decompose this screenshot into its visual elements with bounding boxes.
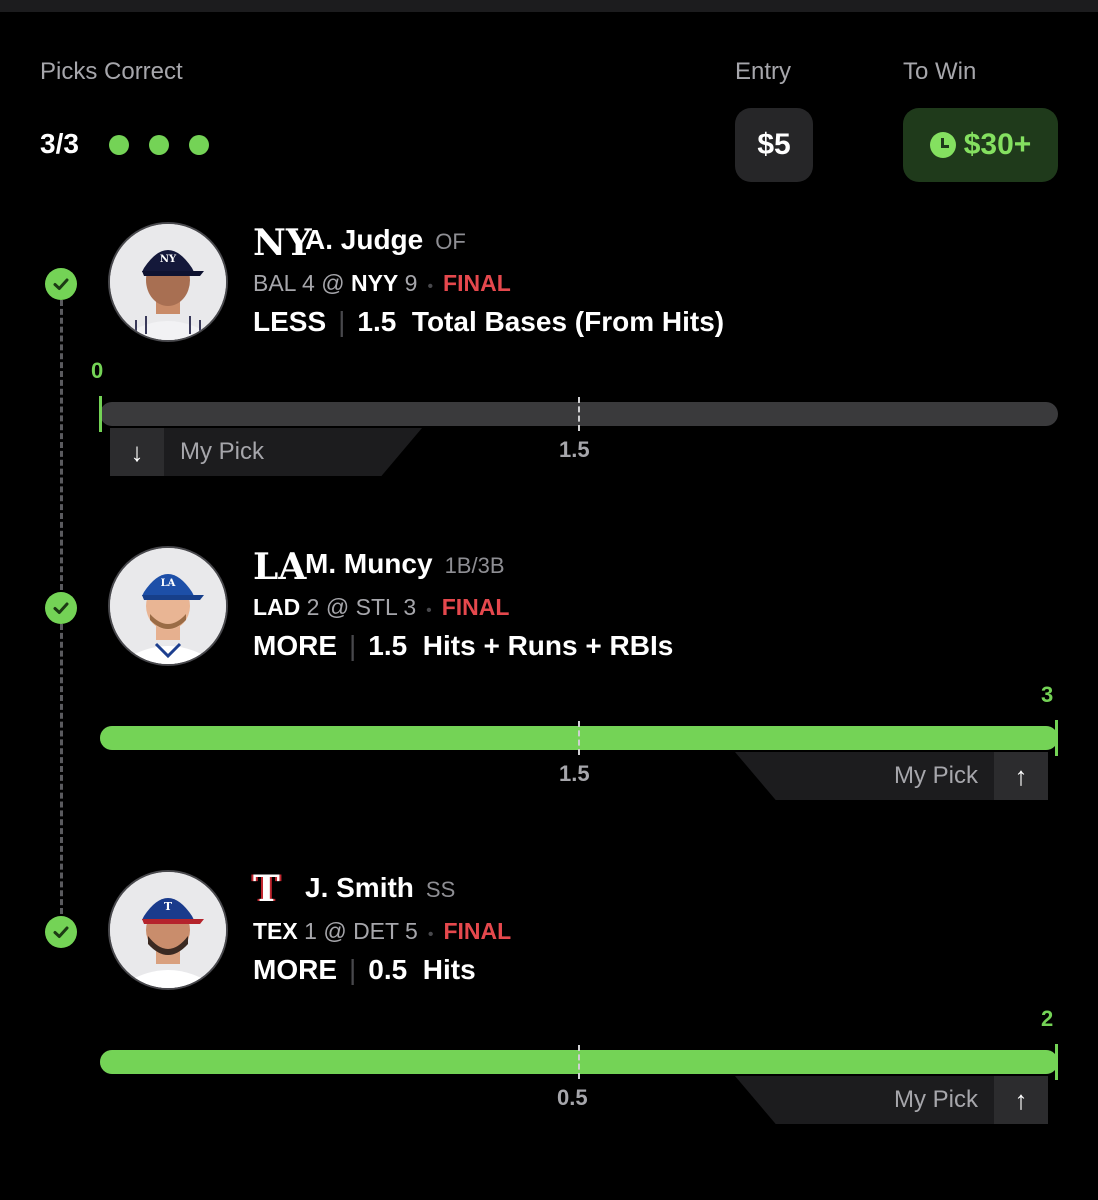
player-name-row[interactable]: A. Judge OF	[305, 224, 466, 256]
my-pick-tab[interactable]: My Pick ↑	[735, 1076, 1048, 1124]
yankees-logo: NY	[253, 222, 312, 264]
line-label: 1.5	[559, 437, 590, 462]
entry-amount: $5	[735, 108, 813, 182]
my-pick-label: My Pick	[894, 762, 978, 789]
player-position: SS	[425, 877, 456, 902]
player-avatar[interactable]: LA	[108, 546, 228, 666]
line-marker	[578, 397, 580, 431]
game-status: FINAL	[443, 918, 512, 944]
check-icon	[45, 916, 77, 948]
divider: |	[349, 630, 357, 661]
svg-text:LA: LA	[161, 578, 176, 589]
dot-separator: •	[426, 602, 432, 619]
at-symbol: @	[323, 918, 347, 944]
home-team: STL	[355, 594, 397, 620]
my-pick-tab[interactable]: ↓ My Pick	[110, 428, 422, 476]
stat-name: Hits	[422, 954, 476, 985]
away-team: BAL	[253, 270, 296, 296]
line-marker	[578, 721, 580, 755]
correct-dot	[189, 135, 209, 155]
away-score: 4	[302, 270, 315, 296]
player-name: J. Smith	[305, 872, 414, 903]
away-team: LAD	[253, 594, 301, 620]
line-label: 0.5	[557, 1085, 588, 1110]
home-score: 3	[403, 594, 417, 620]
player-name-row[interactable]: M. Muncy 1B/3B	[305, 548, 505, 580]
to-win-amount: $30+	[903, 108, 1058, 182]
check-icon	[45, 592, 77, 624]
correct-dot	[109, 135, 129, 155]
pick-line: LESS | 1.5 Total Bases (From Hits)	[253, 306, 724, 338]
pick-direction: MORE	[253, 954, 337, 985]
home-score: 5	[405, 918, 418, 944]
game-info: TEX 1 @ DET 5 • FINAL	[253, 918, 511, 945]
pick-direction: MORE	[253, 630, 337, 661]
divider: |	[338, 306, 346, 337]
stat-name: Hits + Runs + RBIs	[422, 630, 674, 661]
player-name: A. Judge	[305, 224, 424, 255]
my-pick-label: My Pick	[180, 438, 264, 465]
timeline-connector	[60, 300, 63, 590]
svg-text:T: T	[164, 900, 173, 913]
line-label: 1.5	[559, 761, 590, 786]
clock-icon	[929, 132, 956, 158]
svg-text:NY: NY	[160, 254, 177, 265]
picks-correct-label: Picks Correct	[40, 58, 183, 85]
top-bar	[0, 0, 1098, 12]
game-info: LAD 2 @ STL 3 • FINAL	[253, 594, 509, 621]
result-value: 3	[1041, 682, 1054, 707]
home-team: DET	[353, 918, 399, 944]
dot-separator: •	[427, 278, 434, 295]
home-team: NYY	[350, 270, 399, 296]
picks-score: 3/3	[40, 128, 79, 159]
away-score: 1	[304, 918, 317, 944]
to-win-label: To Win	[903, 58, 977, 85]
arrow-up-icon: ↑	[994, 752, 1048, 800]
result-marker	[1055, 720, 1058, 756]
home-score: 9	[404, 270, 418, 296]
result-marker	[1055, 1044, 1058, 1080]
at-symbol: @	[325, 594, 350, 620]
arrow-down-icon: ↓	[110, 428, 164, 476]
pick-line: MORE | 1.5 Hits + Runs + RBIs	[253, 630, 673, 662]
line-value: 1.5	[357, 306, 397, 337]
player-position: OF	[435, 229, 466, 254]
pick-direction: LESS	[253, 306, 327, 337]
my-pick-label: My Pick	[894, 1086, 978, 1113]
away-score: 2	[306, 594, 320, 620]
player-name-row[interactable]: J. Smith SS	[305, 872, 455, 904]
result-value: 0	[91, 358, 104, 383]
result-marker	[99, 396, 102, 432]
player-name: M. Muncy	[305, 548, 433, 579]
check-icon	[45, 268, 77, 300]
arrow-up-icon: ↑	[994, 1076, 1048, 1124]
line-value: 0.5	[368, 954, 408, 985]
entry-label: Entry	[735, 58, 792, 85]
line-marker	[578, 1045, 580, 1079]
player-position: 1B/3B	[444, 553, 505, 578]
my-pick-tab[interactable]: My Pick ↑	[735, 752, 1048, 800]
dot-separator: •	[427, 926, 434, 943]
game-status: FINAL	[443, 270, 511, 296]
rangers-logo: T	[253, 868, 280, 910]
line-value: 1.5	[368, 630, 408, 661]
at-symbol: @	[321, 270, 345, 296]
away-team: TEX	[253, 918, 298, 944]
player-avatar[interactable]: NY	[108, 222, 228, 342]
dodgers-logo: LA	[253, 546, 307, 588]
player-avatar[interactable]: T	[108, 870, 228, 990]
game-info: BAL 4 @ NYY 9 • FINAL	[253, 270, 511, 297]
to-win-value: $30+	[963, 128, 1032, 161]
result-value: 2	[1041, 1006, 1054, 1031]
timeline-connector	[60, 624, 63, 914]
game-status: FINAL	[441, 594, 510, 620]
pick-line: MORE | 0.5 Hits	[253, 954, 476, 986]
stat-name: Total Bases (From Hits)	[411, 306, 725, 337]
correct-dot	[149, 135, 169, 155]
divider: |	[349, 954, 357, 985]
